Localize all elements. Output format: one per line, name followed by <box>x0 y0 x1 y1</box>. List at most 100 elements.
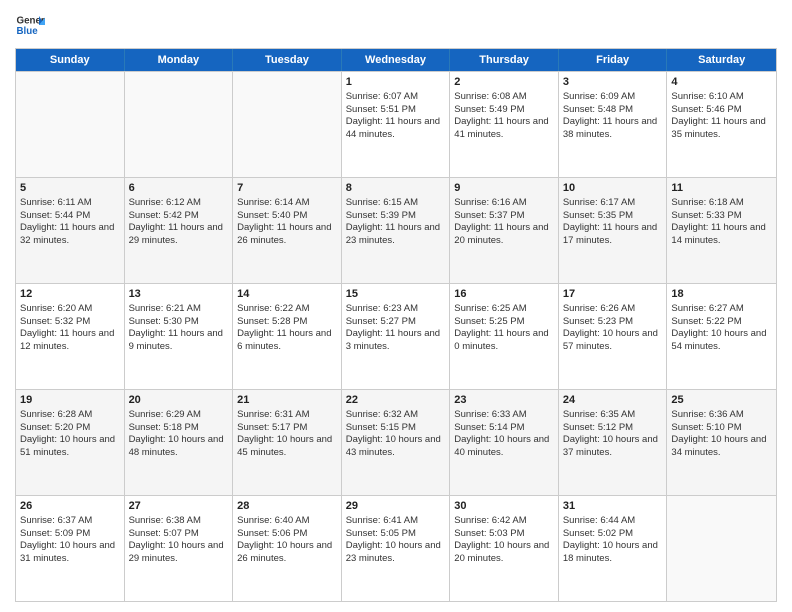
day-cell-7: 7Sunrise: 6:14 AM Sunset: 5:40 PM Daylig… <box>233 178 342 283</box>
day-cell-18: 18Sunrise: 6:27 AM Sunset: 5:22 PM Dayli… <box>667 284 776 389</box>
header: General Blue <box>15 10 777 40</box>
day-cell-31: 31Sunrise: 6:44 AM Sunset: 5:02 PM Dayli… <box>559 496 668 601</box>
empty-cell-0-2 <box>233 72 342 177</box>
empty-cell-4-6 <box>667 496 776 601</box>
logo-icon: General Blue <box>15 10 45 40</box>
day-number: 2 <box>454 75 554 90</box>
day-info: Sunrise: 6:18 AM Sunset: 5:33 PM Dayligh… <box>671 197 765 246</box>
day-number: 26 <box>20 499 120 514</box>
weekday-header-wednesday: Wednesday <box>342 49 451 71</box>
day-cell-14: 14Sunrise: 6:22 AM Sunset: 5:28 PM Dayli… <box>233 284 342 389</box>
day-info: Sunrise: 6:44 AM Sunset: 5:02 PM Dayligh… <box>563 515 658 564</box>
day-number: 10 <box>563 181 663 196</box>
day-cell-30: 30Sunrise: 6:42 AM Sunset: 5:03 PM Dayli… <box>450 496 559 601</box>
calendar-row-3: 19Sunrise: 6:28 AM Sunset: 5:20 PM Dayli… <box>16 389 776 495</box>
day-info: Sunrise: 6:20 AM Sunset: 5:32 PM Dayligh… <box>20 303 114 352</box>
day-cell-26: 26Sunrise: 6:37 AM Sunset: 5:09 PM Dayli… <box>16 496 125 601</box>
day-info: Sunrise: 6:17 AM Sunset: 5:35 PM Dayligh… <box>563 197 657 246</box>
day-cell-10: 10Sunrise: 6:17 AM Sunset: 5:35 PM Dayli… <box>559 178 668 283</box>
day-cell-17: 17Sunrise: 6:26 AM Sunset: 5:23 PM Dayli… <box>559 284 668 389</box>
day-number: 4 <box>671 75 772 90</box>
day-number: 1 <box>346 75 446 90</box>
day-info: Sunrise: 6:33 AM Sunset: 5:14 PM Dayligh… <box>454 409 549 458</box>
weekday-header-saturday: Saturday <box>667 49 776 71</box>
day-cell-8: 8Sunrise: 6:15 AM Sunset: 5:39 PM Daylig… <box>342 178 451 283</box>
day-info: Sunrise: 6:35 AM Sunset: 5:12 PM Dayligh… <box>563 409 658 458</box>
day-number: 8 <box>346 181 446 196</box>
day-info: Sunrise: 6:31 AM Sunset: 5:17 PM Dayligh… <box>237 409 332 458</box>
day-info: Sunrise: 6:16 AM Sunset: 5:37 PM Dayligh… <box>454 197 548 246</box>
weekday-header-tuesday: Tuesday <box>233 49 342 71</box>
day-info: Sunrise: 6:09 AM Sunset: 5:48 PM Dayligh… <box>563 91 657 140</box>
day-info: Sunrise: 6:29 AM Sunset: 5:18 PM Dayligh… <box>129 409 224 458</box>
calendar-row-2: 12Sunrise: 6:20 AM Sunset: 5:32 PM Dayli… <box>16 283 776 389</box>
day-number: 6 <box>129 181 229 196</box>
day-number: 9 <box>454 181 554 196</box>
day-cell-22: 22Sunrise: 6:32 AM Sunset: 5:15 PM Dayli… <box>342 390 451 495</box>
day-number: 19 <box>20 393 120 408</box>
day-number: 20 <box>129 393 229 408</box>
day-info: Sunrise: 6:27 AM Sunset: 5:22 PM Dayligh… <box>671 303 766 352</box>
day-info: Sunrise: 6:23 AM Sunset: 5:27 PM Dayligh… <box>346 303 440 352</box>
day-number: 7 <box>237 181 337 196</box>
day-number: 13 <box>129 287 229 302</box>
day-number: 31 <box>563 499 663 514</box>
day-info: Sunrise: 6:21 AM Sunset: 5:30 PM Dayligh… <box>129 303 223 352</box>
day-info: Sunrise: 6:28 AM Sunset: 5:20 PM Dayligh… <box>20 409 115 458</box>
calendar-row-0: 1Sunrise: 6:07 AM Sunset: 5:51 PM Daylig… <box>16 71 776 177</box>
calendar-row-1: 5Sunrise: 6:11 AM Sunset: 5:44 PM Daylig… <box>16 177 776 283</box>
day-info: Sunrise: 6:14 AM Sunset: 5:40 PM Dayligh… <box>237 197 331 246</box>
day-number: 22 <box>346 393 446 408</box>
empty-cell-0-1 <box>125 72 234 177</box>
day-info: Sunrise: 6:22 AM Sunset: 5:28 PM Dayligh… <box>237 303 331 352</box>
day-info: Sunrise: 6:38 AM Sunset: 5:07 PM Dayligh… <box>129 515 224 564</box>
day-info: Sunrise: 6:07 AM Sunset: 5:51 PM Dayligh… <box>346 91 440 140</box>
day-info: Sunrise: 6:36 AM Sunset: 5:10 PM Dayligh… <box>671 409 766 458</box>
page: General Blue SundayMondayTuesdayWednesda… <box>0 0 792 612</box>
calendar-header: SundayMondayTuesdayWednesdayThursdayFrid… <box>16 49 776 71</box>
empty-cell-0-0 <box>16 72 125 177</box>
day-info: Sunrise: 6:25 AM Sunset: 5:25 PM Dayligh… <box>454 303 548 352</box>
day-cell-3: 3Sunrise: 6:09 AM Sunset: 5:48 PM Daylig… <box>559 72 668 177</box>
day-number: 30 <box>454 499 554 514</box>
weekday-header-friday: Friday <box>559 49 668 71</box>
day-info: Sunrise: 6:42 AM Sunset: 5:03 PM Dayligh… <box>454 515 549 564</box>
weekday-header-thursday: Thursday <box>450 49 559 71</box>
day-info: Sunrise: 6:41 AM Sunset: 5:05 PM Dayligh… <box>346 515 441 564</box>
day-cell-27: 27Sunrise: 6:38 AM Sunset: 5:07 PM Dayli… <box>125 496 234 601</box>
day-cell-9: 9Sunrise: 6:16 AM Sunset: 5:37 PM Daylig… <box>450 178 559 283</box>
day-cell-25: 25Sunrise: 6:36 AM Sunset: 5:10 PM Dayli… <box>667 390 776 495</box>
day-number: 28 <box>237 499 337 514</box>
day-cell-6: 6Sunrise: 6:12 AM Sunset: 5:42 PM Daylig… <box>125 178 234 283</box>
day-number: 21 <box>237 393 337 408</box>
day-number: 25 <box>671 393 772 408</box>
day-cell-16: 16Sunrise: 6:25 AM Sunset: 5:25 PM Dayli… <box>450 284 559 389</box>
day-cell-29: 29Sunrise: 6:41 AM Sunset: 5:05 PM Dayli… <box>342 496 451 601</box>
day-number: 15 <box>346 287 446 302</box>
day-info: Sunrise: 6:40 AM Sunset: 5:06 PM Dayligh… <box>237 515 332 564</box>
svg-text:Blue: Blue <box>17 26 39 37</box>
day-info: Sunrise: 6:11 AM Sunset: 5:44 PM Dayligh… <box>20 197 114 246</box>
day-number: 18 <box>671 287 772 302</box>
calendar-row-4: 26Sunrise: 6:37 AM Sunset: 5:09 PM Dayli… <box>16 495 776 601</box>
day-number: 23 <box>454 393 554 408</box>
day-number: 17 <box>563 287 663 302</box>
day-number: 5 <box>20 181 120 196</box>
day-number: 16 <box>454 287 554 302</box>
day-cell-21: 21Sunrise: 6:31 AM Sunset: 5:17 PM Dayli… <box>233 390 342 495</box>
day-cell-24: 24Sunrise: 6:35 AM Sunset: 5:12 PM Dayli… <box>559 390 668 495</box>
day-number: 12 <box>20 287 120 302</box>
day-cell-4: 4Sunrise: 6:10 AM Sunset: 5:46 PM Daylig… <box>667 72 776 177</box>
day-info: Sunrise: 6:08 AM Sunset: 5:49 PM Dayligh… <box>454 91 548 140</box>
day-info: Sunrise: 6:15 AM Sunset: 5:39 PM Dayligh… <box>346 197 440 246</box>
day-number: 27 <box>129 499 229 514</box>
day-info: Sunrise: 6:26 AM Sunset: 5:23 PM Dayligh… <box>563 303 658 352</box>
day-number: 29 <box>346 499 446 514</box>
weekday-header-monday: Monday <box>125 49 234 71</box>
day-cell-23: 23Sunrise: 6:33 AM Sunset: 5:14 PM Dayli… <box>450 390 559 495</box>
day-cell-20: 20Sunrise: 6:29 AM Sunset: 5:18 PM Dayli… <box>125 390 234 495</box>
weekday-header-sunday: Sunday <box>16 49 125 71</box>
day-cell-1: 1Sunrise: 6:07 AM Sunset: 5:51 PM Daylig… <box>342 72 451 177</box>
day-number: 24 <box>563 393 663 408</box>
day-info: Sunrise: 6:32 AM Sunset: 5:15 PM Dayligh… <box>346 409 441 458</box>
